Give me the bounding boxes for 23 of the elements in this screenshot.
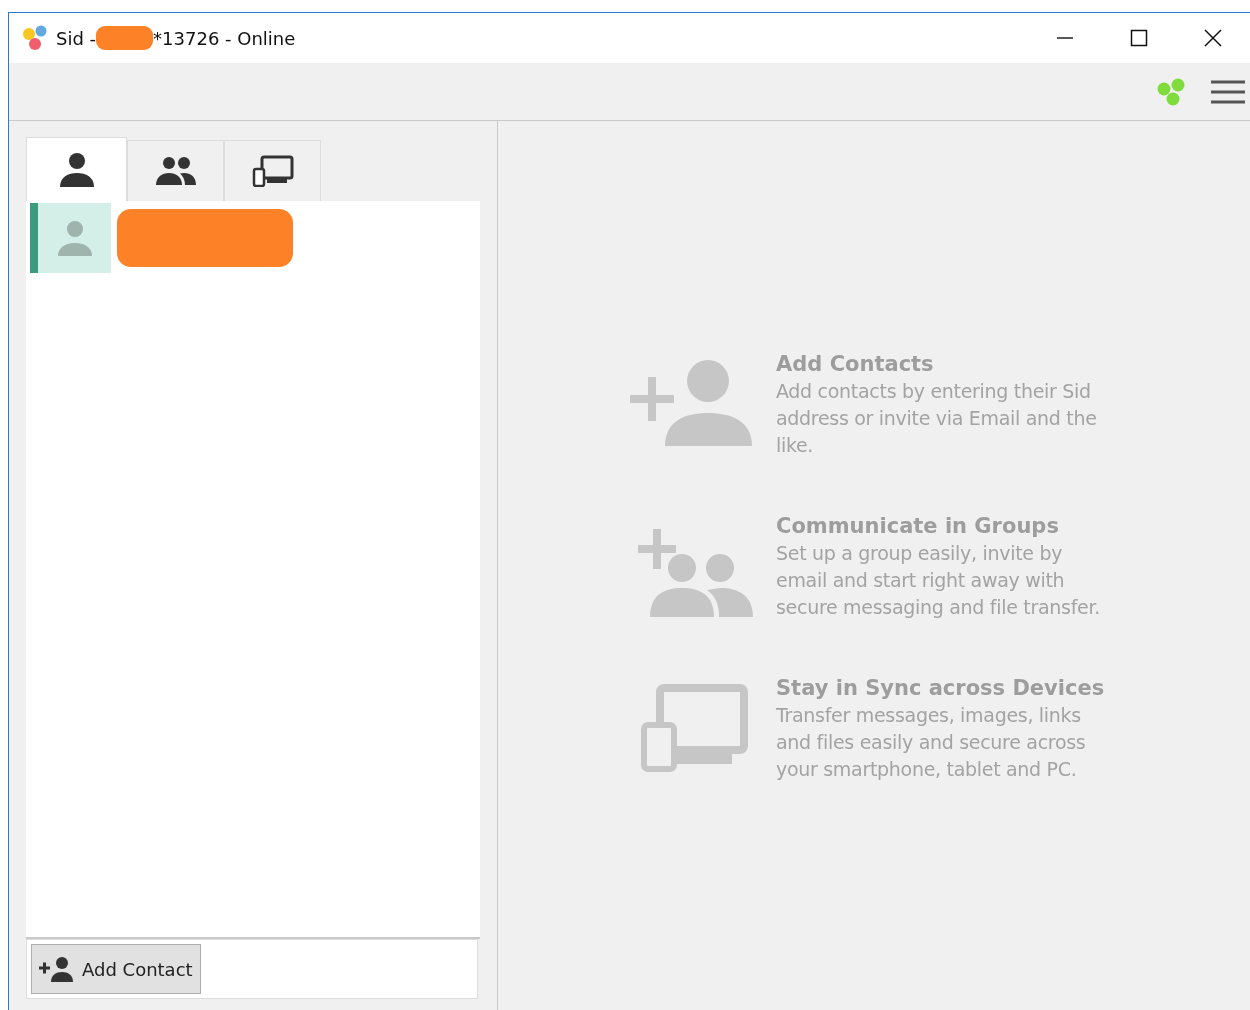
person-icon [57,151,96,188]
close-icon [1203,28,1223,48]
groups-tab[interactable] [127,140,224,201]
maximize-icon [1130,29,1148,47]
minimize-icon [1057,37,1073,39]
feature-title: Add Contacts [776,351,935,378]
window-title: Sid - [56,26,97,51]
feature-description: Transfer messages, images, links and files easily and secure across your smartphone, tablet and PC. [776,703,1087,782]
add-person-icon [630,359,754,449]
redaction-mark [96,26,154,50]
feature-title: Communicate in Groups [776,513,1060,540]
window-title: *13726 - Online [153,26,296,51]
feature-title: Stay in Sync across Devices [776,675,1106,702]
feature-description: Set up a group easily, invite by email and start right away with secure messaging and file transfer. [776,541,1101,620]
devices-icon [251,155,294,187]
people-icon [154,156,197,186]
feature-description: Add contacts by entering their Sid address or invite via Email and the like. [776,379,1098,458]
contacts-tab[interactable] [26,137,127,201]
menu-icon[interactable] [1210,78,1246,105]
person-icon [55,219,94,257]
devices-tab[interactable] [224,140,321,201]
add-contact-button[interactable]: Add Contact [31,944,201,994]
add-person-icon [38,956,76,982]
